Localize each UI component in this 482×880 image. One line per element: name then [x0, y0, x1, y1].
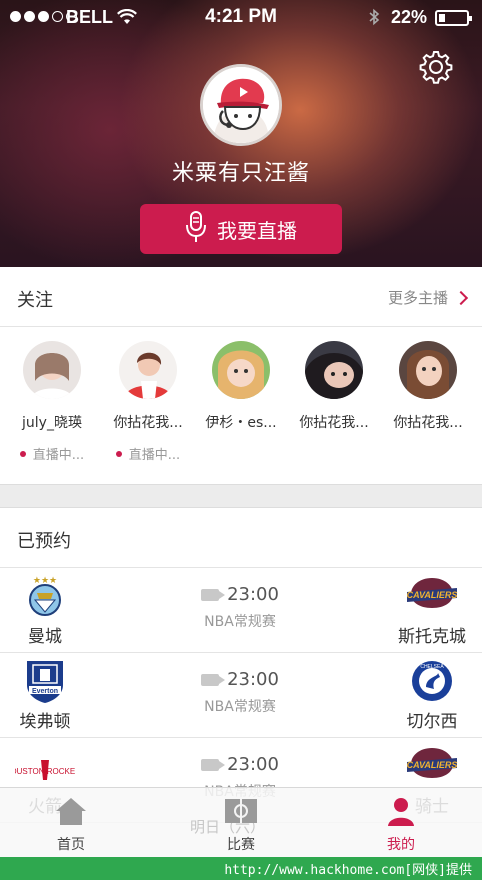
away-team-name: 斯托克城	[398, 627, 466, 647]
followed-anchors-list: july_晓瑛 直播中... 你拈花我... 直播中... 伊杉・es... 你…	[0, 327, 482, 484]
home-team-name: 埃弗顿	[19, 712, 71, 732]
username: 米粟有只汪酱	[171, 161, 310, 186]
follow-title: 关注	[17, 290, 53, 311]
microphone-icon	[185, 210, 207, 248]
cavaliers-logo-icon: CAVALIERS	[407, 744, 457, 788]
match-time: 23:00	[227, 669, 279, 690]
anchor-item[interactable]: july_晓瑛 直播中...	[4, 327, 100, 463]
live-dot-icon	[115, 450, 122, 457]
cavaliers-logo-icon: CAVALIERS	[407, 574, 457, 618]
more-anchors-link[interactable]: 更多主播	[387, 287, 469, 308]
svg-text:CAVALIERS: CAVALIERS	[407, 760, 458, 770]
user-icon	[388, 798, 414, 826]
match-info: 23:00 NBA常规赛	[180, 584, 300, 631]
anchor-live-status: 直播中...	[4, 444, 100, 463]
anchor-avatar	[399, 341, 457, 399]
match-row[interactable]: Everton 埃弗顿 23:00 NBA常规赛 CHELSEA 切尔西	[0, 653, 482, 738]
tab-home[interactable]: 首页	[26, 796, 116, 854]
booked-section-header: 已预约	[0, 508, 482, 568]
svg-text:Everton: Everton	[32, 688, 58, 695]
start-live-button[interactable]: 我要直播	[140, 204, 342, 254]
chelsea-logo-icon: CHELSEA	[410, 659, 454, 703]
match-type: NBA常规赛	[204, 614, 276, 630]
anchor-name: 伊杉・es...	[205, 415, 277, 431]
tab-label: 首页	[57, 837, 85, 853]
match-row[interactable]: ★★★ 曼城 23:00 NBA常规赛 CAVALIERS 斯托克城	[0, 568, 482, 653]
watermark-text: http://www.hackhome.com[网侠]提供	[224, 863, 472, 878]
anchor-avatar	[23, 341, 81, 399]
profile-header: BELL 4:21 PM 22% 米粟有只汪酱 我要直播	[0, 0, 482, 267]
rockets-logo-icon: HOUSTON ROCKETS	[5, 744, 85, 788]
away-team: CAVALIERS 斯托克城	[392, 574, 472, 647]
video-camera-icon	[201, 758, 226, 771]
anchor-live-status: 直播中...	[100, 444, 196, 463]
anchor-avatar	[212, 341, 270, 399]
svg-text:CHELSEA: CHELSEA	[420, 664, 444, 670]
match-time: 23:00	[227, 584, 279, 605]
anchor-name: 你拈花我...	[393, 415, 463, 431]
tab-bar: 明日（六） 首页 比赛 我的	[0, 787, 482, 857]
battery-percentage: 22%	[391, 7, 428, 27]
gear-icon[interactable]	[418, 49, 454, 85]
match-info: 23:00 NBA常规赛	[180, 669, 300, 716]
anchor-avatar	[119, 341, 177, 399]
anchor-name: 你拈花我...	[299, 415, 369, 431]
home-team: Everton 埃弗顿	[5, 659, 85, 732]
tab-label: 比赛	[227, 837, 255, 853]
svg-text:CAVALIERS: CAVALIERS	[407, 590, 458, 600]
away-team: CHELSEA 切尔西	[392, 659, 472, 732]
anchor-item[interactable]: 你拈花我...	[286, 327, 382, 432]
section-divider	[0, 484, 482, 508]
watermark-footer: http://www.hackhome.com[网侠]提供	[0, 857, 482, 880]
home-team-name: 曼城	[28, 627, 62, 647]
anchor-name: july_晓瑛	[22, 415, 82, 431]
user-avatar[interactable]	[200, 64, 282, 146]
anchor-item[interactable]: 你拈花我...	[380, 327, 476, 432]
booked-title: 已预约	[17, 531, 71, 552]
video-camera-icon	[201, 588, 226, 601]
away-team-name: 切尔西	[406, 712, 458, 732]
bluetooth-icon	[368, 8, 380, 31]
manchester-city-logo-icon: ★★★	[23, 574, 67, 618]
anchor-name: 你拈花我...	[113, 415, 183, 431]
anchor-item[interactable]: 伊杉・es...	[193, 327, 289, 432]
soccer-field-icon	[225, 799, 257, 823]
follow-section-header: 关注 更多主播	[0, 267, 482, 327]
anchor-item[interactable]: 你拈花我... 直播中...	[100, 327, 196, 463]
tab-label: 我的	[387, 837, 415, 853]
tab-match[interactable]: 比赛	[196, 796, 286, 854]
live-dot-icon	[19, 450, 26, 457]
match-time: 23:00	[227, 754, 279, 775]
home-icon	[56, 798, 86, 825]
anchor-avatar	[305, 341, 363, 399]
match-type: NBA常规赛	[204, 699, 276, 715]
video-camera-icon	[201, 673, 226, 686]
home-team: ★★★ 曼城	[5, 574, 85, 647]
chevron-right-icon	[453, 290, 469, 305]
everton-logo-icon: Everton	[23, 659, 67, 703]
more-anchors-label: 更多主播	[387, 289, 448, 307]
tab-mine[interactable]: 我的	[356, 796, 446, 854]
status-bar: BELL 4:21 PM 22%	[0, 0, 482, 34]
start-live-label: 我要直播	[217, 218, 297, 243]
battery-icon	[435, 10, 472, 26]
